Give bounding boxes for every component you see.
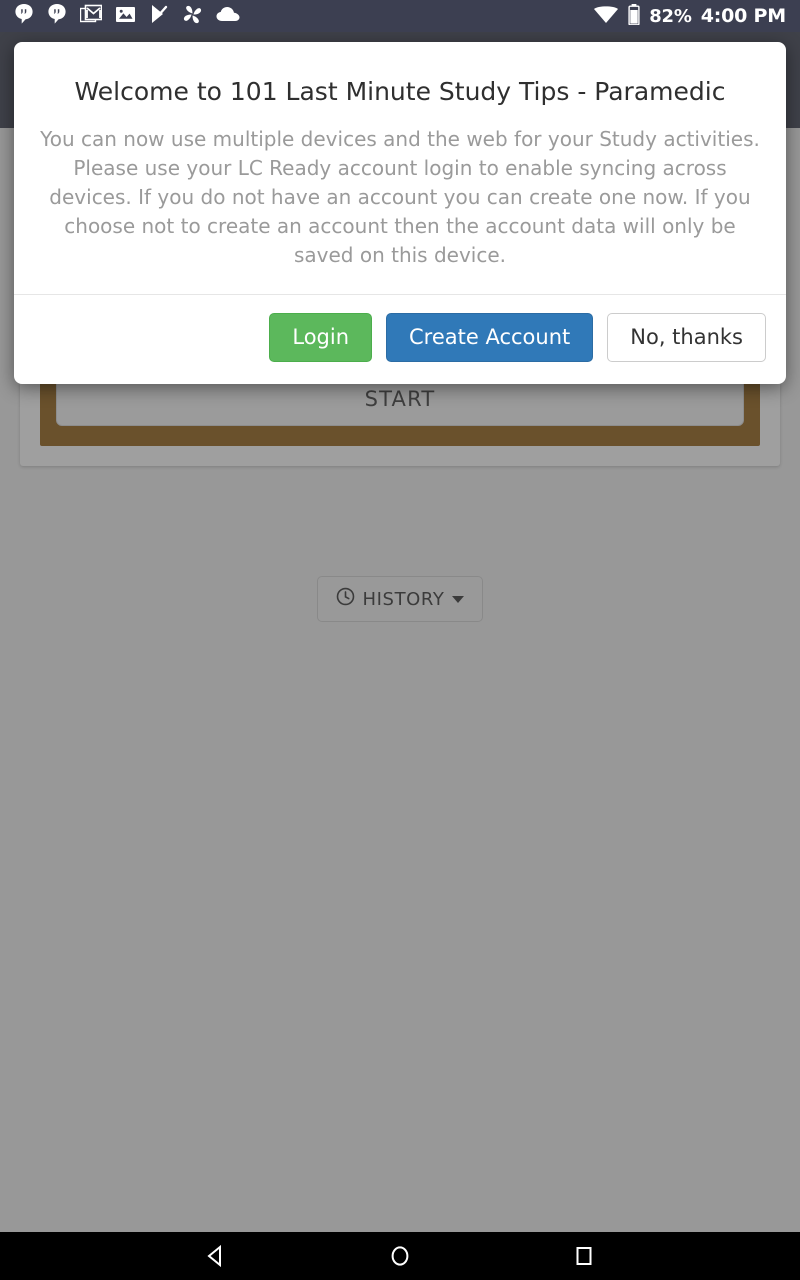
nav-home-button[interactable] bbox=[368, 1232, 432, 1280]
tasks-check-icon bbox=[149, 3, 169, 29]
recents-square-icon bbox=[576, 1247, 592, 1265]
navigation-bar bbox=[0, 1232, 800, 1280]
home-circle-icon bbox=[391, 1246, 409, 1266]
dialog-message: You can now use multiple devices and the… bbox=[40, 127, 760, 268]
nav-recents-button[interactable] bbox=[552, 1232, 616, 1280]
hangouts-icon-2 bbox=[47, 3, 67, 29]
back-triangle-icon bbox=[207, 1244, 221, 1268]
welcome-dialog: Welcome to 101 Last Minute Study Tips - … bbox=[14, 42, 786, 385]
status-bar: 82% 4:00 PM bbox=[0, 0, 800, 32]
pinwheel-icon bbox=[182, 4, 203, 29]
wifi-icon bbox=[593, 4, 619, 28]
cloud-icon bbox=[216, 5, 240, 27]
photos-image-icon bbox=[115, 4, 136, 29]
create-account-button[interactable]: Create Account bbox=[386, 313, 594, 363]
dialog-title: Welcome to 101 Last Minute Study Tips - … bbox=[74, 77, 726, 106]
status-bar-clock: 4:00 PM bbox=[700, 5, 787, 27]
dialog-action-row: Login Create Account No, thanks bbox=[14, 294, 786, 384]
nav-back-button[interactable] bbox=[184, 1232, 248, 1280]
gmail-icon bbox=[79, 3, 103, 29]
battery-icon bbox=[628, 3, 640, 29]
status-bar-notification-icons bbox=[14, 3, 240, 29]
device-screen: Study Master key concepts START HISTORY bbox=[0, 0, 800, 1280]
no-thanks-button[interactable]: No, thanks bbox=[607, 313, 766, 363]
hangouts-icon bbox=[14, 3, 34, 29]
status-bar-system-icons: 82% 4:00 PM bbox=[593, 3, 787, 29]
battery-percent-label: 82% bbox=[649, 5, 692, 27]
login-button[interactable]: Login bbox=[269, 313, 373, 363]
